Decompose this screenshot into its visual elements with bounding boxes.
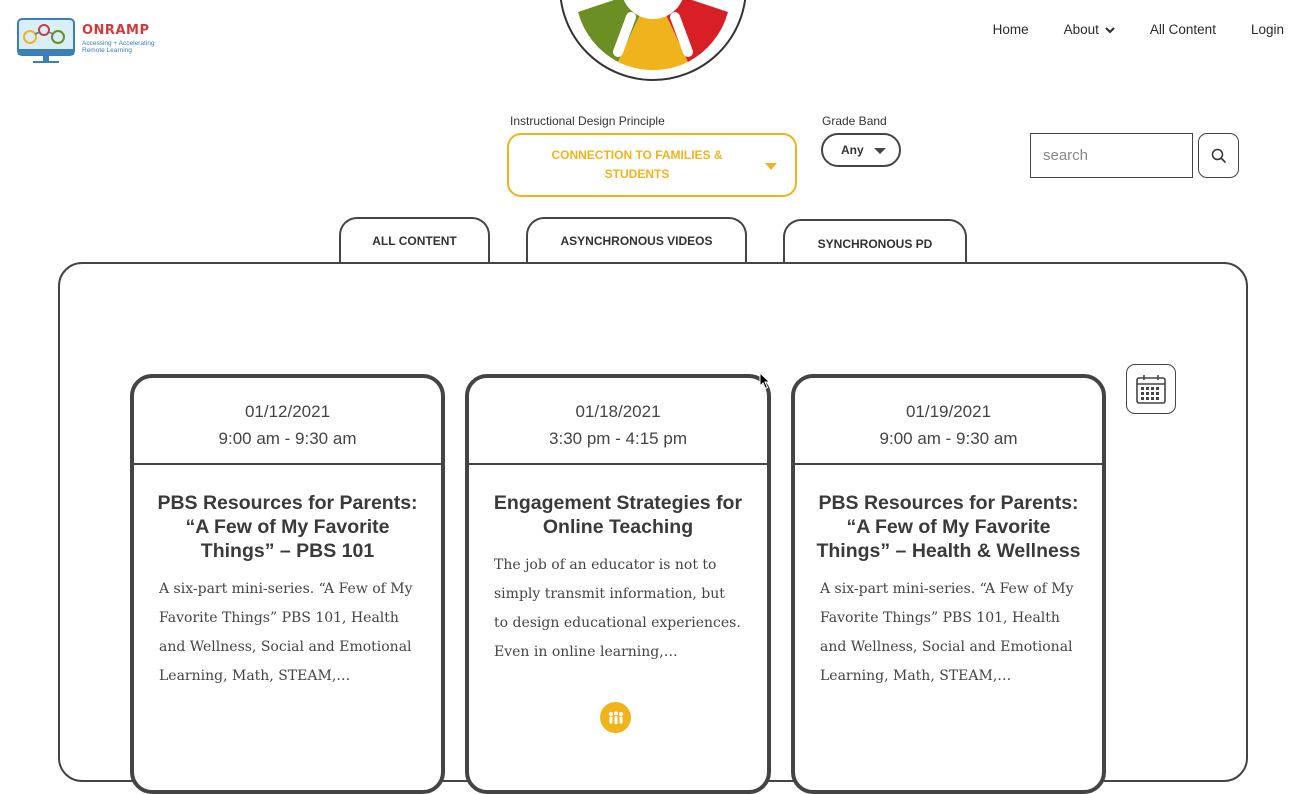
card-time: 3:30 pm - 4:15 pm [549,429,687,448]
nav-login[interactable]: Login [1251,22,1284,37]
event-card[interactable]: 01/12/2021 9:00 am - 9:30 am PBS Resourc… [130,374,445,794]
tab-all-content-label: ALL CONTENT [372,234,457,248]
card-header: 01/12/2021 9:00 am - 9:30 am [134,378,441,465]
tab-asynchronous-videos[interactable]: ASYNCHRONOUS VIDEOS [526,217,747,263]
card-title[interactable]: Engagement Strategies for Online Teachin… [489,491,747,539]
calendar-icon [1136,375,1166,404]
card-title[interactable]: PBS Resources for Parents: “A Few of My … [815,491,1082,563]
mouse-cursor-icon [759,372,771,390]
principle-label: Instructional Design Principle [510,114,665,128]
card-description: A six-part mini-series. “A Few of My Fav… [820,581,1074,684]
grade-band-selected-value: Any [841,143,864,157]
card-date: 01/18/2021 [575,402,661,421]
nav-about-label: About [1063,22,1099,37]
tab-all-content[interactable]: ALL CONTENT [339,217,490,263]
principle-select[interactable]: CONNECTION TO FAMILIES & STUDENTS [507,133,797,197]
grade-band-select[interactable]: Any [821,133,901,167]
design-principles-wheel[interactable] [558,0,748,82]
card-time: 9:00 am - 9:30 am [218,429,357,448]
card-header: 01/19/2021 9:00 am - 9:30 am [795,378,1102,465]
brand-tagline: Accessing + Accelerating Remote Learning [82,40,155,54]
nav-login-label: Login [1250,22,1284,37]
card-description: A six-part mini-series. “A Few of My Fav… [159,581,413,684]
calendar-view-button[interactable] [1126,364,1176,414]
onramp-logo[interactable]: ONRAMP Accessing + Accelerating Remote L… [16,17,161,65]
monitor-logo-icon [17,18,75,63]
card-date: 01/19/2021 [905,402,992,421]
search-icon [1211,148,1226,163]
caret-down-icon [874,148,886,154]
tab-asynchronous-videos-label: ASYNCHRONOUS VIDEOS [560,234,713,248]
tab-synchronous-pd[interactable]: SYNCHRONOUS PD [783,219,967,263]
search-input[interactable] [1030,133,1193,178]
card-header: 01/18/2021 3:30 pm - 4:15 pm [469,378,767,465]
event-card[interactable]: 01/19/2021 9:00 am - 9:30 am PBS Resourc… [791,374,1106,794]
nav-about[interactable]: About [1064,22,1115,37]
card-title[interactable]: PBS Resources for Parents: “A Few of My … [154,491,421,563]
nav-all-content[interactable]: All Content [1150,22,1216,37]
card-description: The job of an educator is not to simply … [494,557,741,660]
nav-all-content-label: All Content [1149,22,1216,37]
chevron-down-icon [1105,26,1115,33]
card-date: 01/12/2021 [244,402,331,421]
main-nav: Home About All Content Login [958,22,1284,37]
brand-name: ONRAMP [82,23,150,38]
tab-synchronous-pd-label: SYNCHRONOUS PD [817,237,933,251]
card-time: 9:00 am - 9:30 am [879,429,1018,448]
caret-down-icon [765,163,777,170]
grade-band-label: Grade Band [822,114,887,128]
nav-home-label: Home [992,22,1029,37]
families-icon [600,702,631,733]
nav-home[interactable]: Home [993,22,1029,37]
event-card[interactable]: 01/18/2021 3:30 pm - 4:15 pm Engagement … [465,374,771,794]
search-button[interactable] [1198,133,1239,178]
principle-selected-value: CONNECTION TO FAMILIES & STUDENTS [551,148,723,181]
